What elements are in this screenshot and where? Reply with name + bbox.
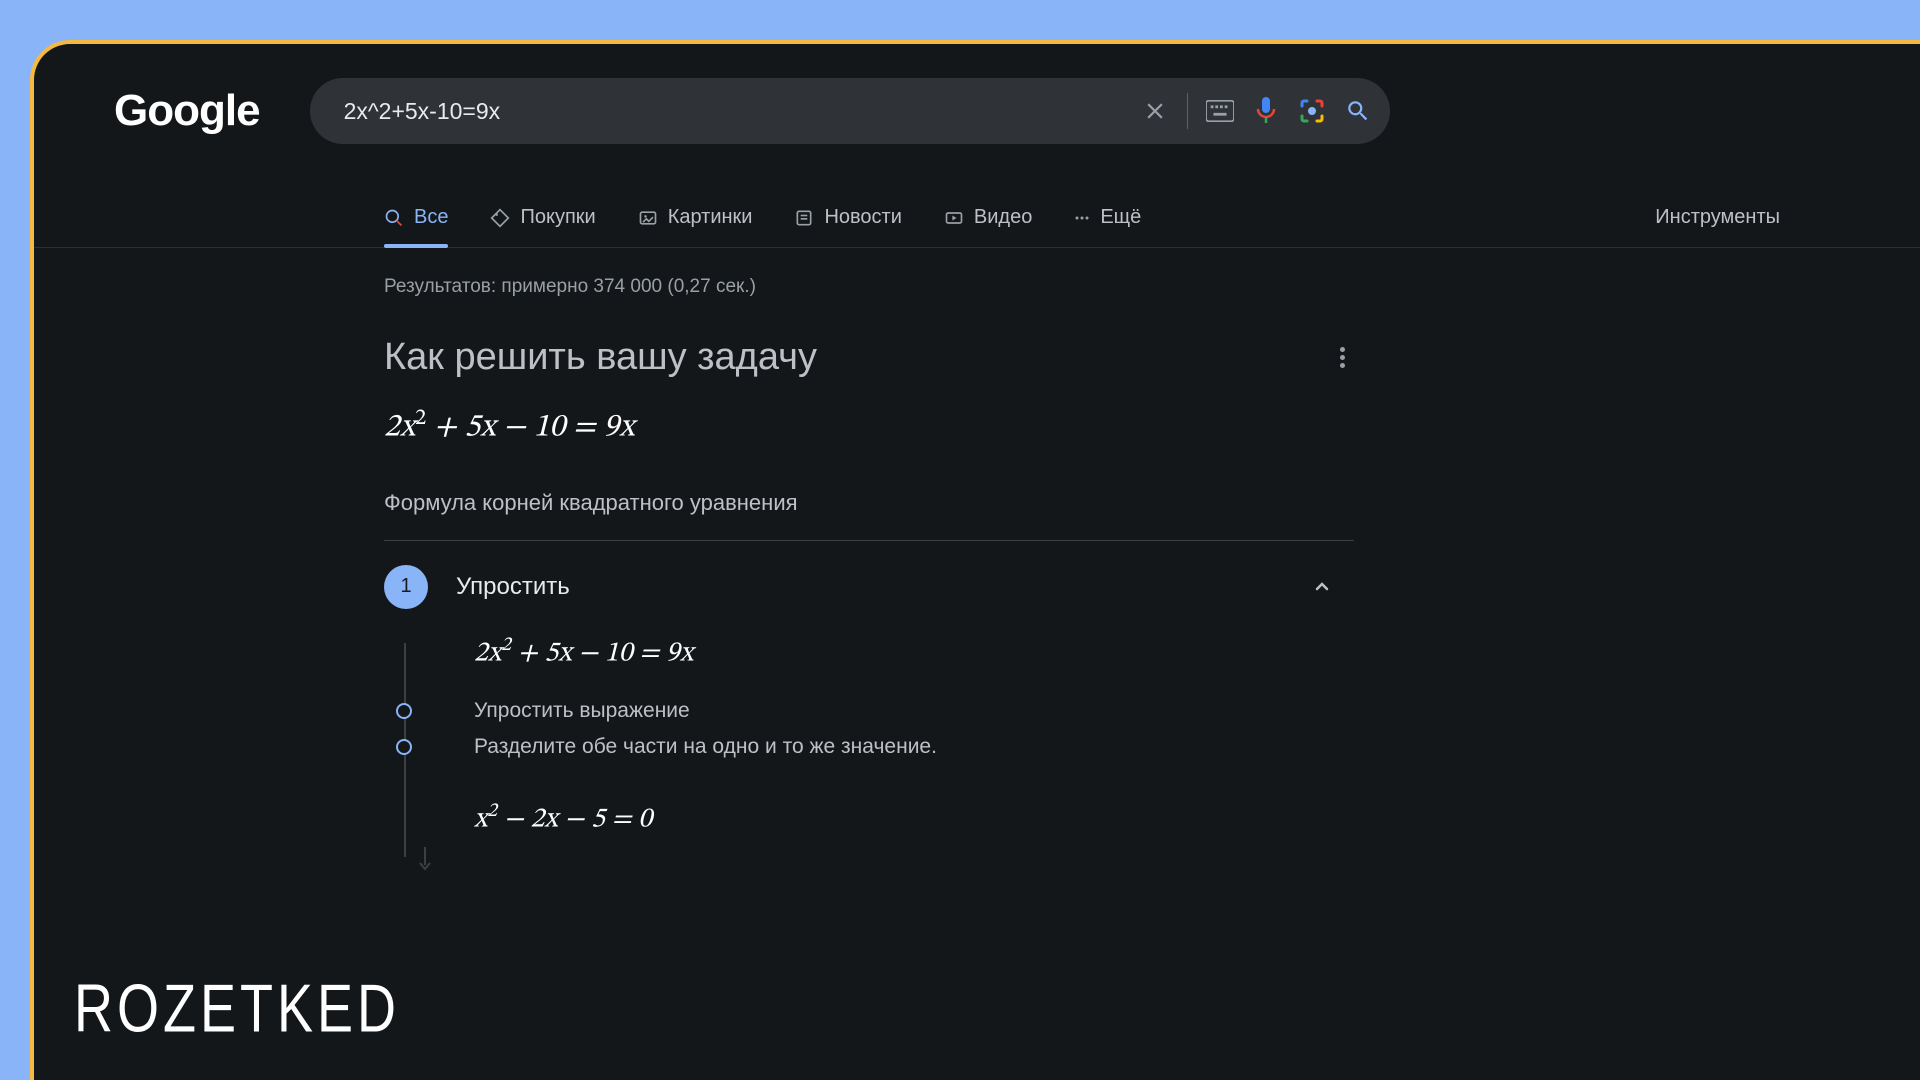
keyboard-icon[interactable]: [1206, 97, 1234, 125]
substep-2-text: Разделите обе части на одно и то же знач…: [434, 735, 937, 759]
tab-news[interactable]: Новости: [794, 188, 901, 247]
divider: [1187, 93, 1188, 129]
results-stats: Результатов: примерно 374 000 (0,27 сек.…: [384, 276, 1414, 298]
search-bar: [310, 78, 1390, 144]
tabs-row: Все Покупки Картинки Новости Видео Ещё И…: [34, 188, 1920, 248]
tab-more[interactable]: Ещё: [1074, 188, 1141, 247]
solver-title: Как решить вашу задачу: [384, 336, 817, 379]
arrow-down-icon: [418, 847, 432, 871]
google-logo[interactable]: Google: [114, 86, 260, 136]
tab-all[interactable]: Все: [384, 188, 448, 247]
chevron-up-icon: [1310, 575, 1334, 599]
app-window: Google Все По: [30, 40, 1920, 1080]
results-content: Результатов: примерно 374 000 (0,27 сек.…: [34, 248, 1414, 837]
step-1-header[interactable]: 1 Упростить: [384, 565, 1414, 609]
step-eq-start: 2x2 + 5x − 10 = 9x: [474, 633, 1414, 671]
search-input[interactable]: [344, 98, 1123, 125]
clear-icon[interactable]: [1141, 97, 1169, 125]
step-1-title: Упростить: [456, 573, 1282, 601]
tab-images[interactable]: Картинки: [638, 188, 753, 247]
tab-images-label: Картинки: [668, 206, 753, 229]
substep-1[interactable]: Упростить выражение: [396, 699, 1336, 723]
step-badge: 1: [384, 565, 428, 609]
equation-display: 2x2 + 5x − 10 = 9x: [384, 405, 1414, 448]
header: Google: [34, 44, 1920, 144]
divider: [384, 540, 1354, 541]
tab-tools[interactable]: Инструменты: [1655, 206, 1780, 229]
microphone-icon[interactable]: [1252, 97, 1280, 125]
tab-shopping[interactable]: Покупки: [490, 188, 595, 247]
method-label: Формула корней квадратного уравнения: [384, 490, 1414, 540]
tab-video-label: Видео: [974, 206, 1032, 229]
step-marker-icon: [396, 739, 412, 755]
substep-1-text: Упростить выражение: [434, 699, 690, 723]
solver-header: Как решить вашу задачу: [384, 336, 1414, 379]
more-options-icon[interactable]: [1330, 346, 1354, 370]
tab-video[interactable]: Видео: [944, 188, 1032, 247]
tab-more-label: Ещё: [1100, 206, 1141, 229]
lens-icon[interactable]: [1298, 97, 1326, 125]
step-eq-result: x2 − 2x − 5 = 0: [474, 799, 1414, 837]
substep-2[interactable]: Разделите обе части на одно и то же знач…: [396, 735, 1336, 759]
watermark: ROZETKED: [74, 970, 400, 1048]
tab-news-label: Новости: [824, 206, 901, 229]
tab-all-label: Все: [414, 206, 448, 229]
step-1-body: 2x2 + 5x − 10 = 9x Упростить выражение Р…: [404, 633, 1414, 838]
tab-shopping-label: Покупки: [520, 206, 595, 229]
search-icon[interactable]: [1344, 97, 1372, 125]
step-marker-icon: [396, 703, 412, 719]
